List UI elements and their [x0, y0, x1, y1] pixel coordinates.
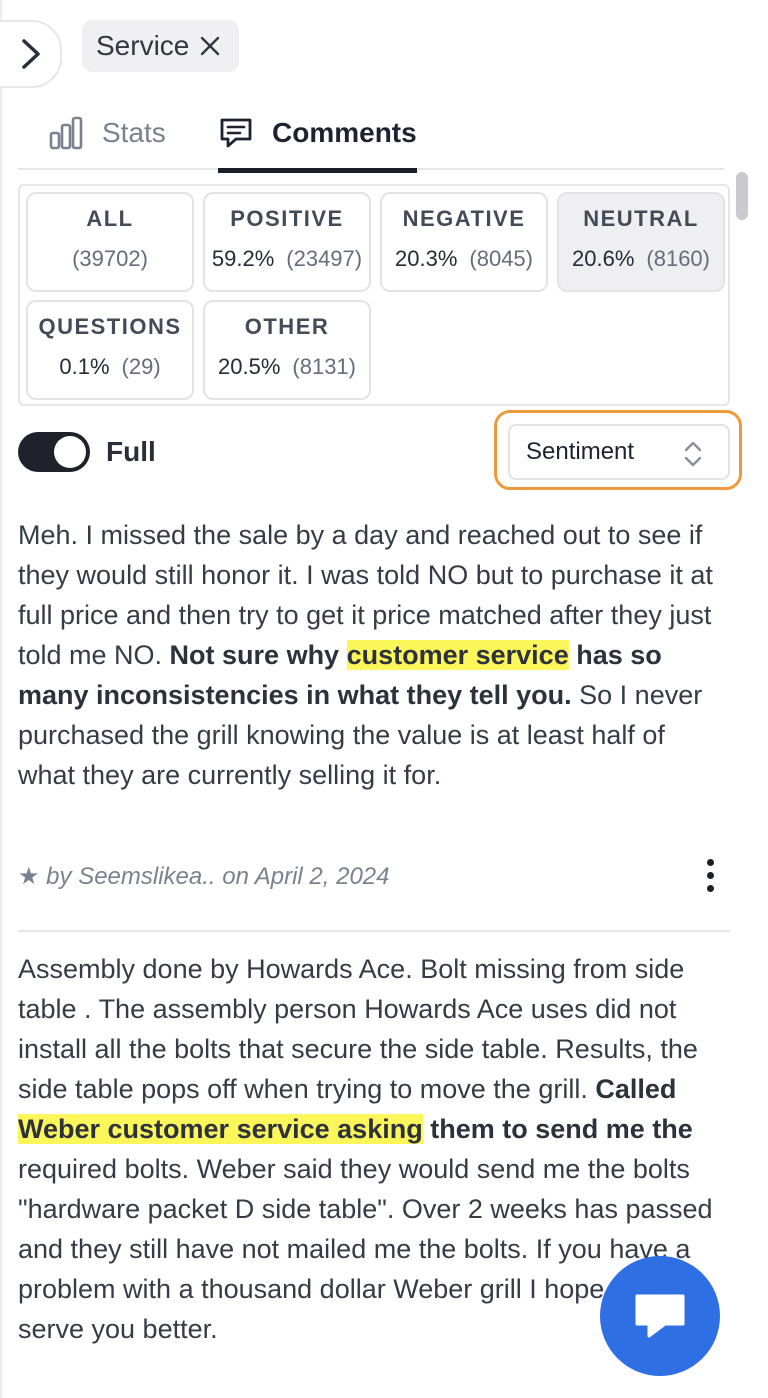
sort-select-value: Sentiment: [526, 438, 635, 465]
filter-percent: 20.5%: [218, 354, 281, 379]
filter-name: POSITIVE: [230, 206, 344, 231]
filter-positive[interactable]: POSITIVE 59.2% (23497): [203, 192, 371, 292]
chat-bubble-icon: [635, 1294, 685, 1338]
filter-count: (8160): [646, 246, 710, 271]
chevron-right-icon: [22, 39, 40, 69]
filter-chip-service: Service: [82, 20, 240, 72]
left-border: [0, 0, 2, 1398]
scrollbar-thumb[interactable]: [736, 172, 748, 220]
bar-chart-icon: [49, 116, 83, 150]
sentiment-filter-panel: ALL (39702) POSITIVE 59.2% (23497) NEGATI…: [18, 184, 730, 406]
chat-launcher-button[interactable]: [600, 1256, 720, 1376]
keyword-highlight: customer service: [346, 640, 569, 670]
filter-count: (29): [121, 354, 161, 379]
filter-count: (8131): [292, 354, 356, 379]
filter-count: (39702): [72, 246, 148, 271]
full-toggle[interactable]: [18, 432, 90, 472]
expand-panel-button[interactable]: [0, 20, 62, 88]
filter-other[interactable]: OTHER 20.5% (8131): [203, 300, 371, 400]
filter-questions[interactable]: QUESTIONS 0.1% (29): [26, 300, 194, 400]
tab-comments-label: Comments: [272, 117, 417, 148]
toggle-knob: [54, 436, 86, 468]
full-toggle-label: Full: [106, 436, 156, 467]
tab-bar: Stats Comments: [18, 96, 724, 173]
more-vertical-icon[interactable]: [698, 856, 722, 896]
filter-neutral[interactable]: NEUTRAL 20.6% (8160): [557, 192, 725, 292]
keyword-highlight: Weber customer service asking: [18, 1114, 423, 1144]
filter-percent: 0.1%: [59, 354, 110, 379]
filter-count: (8045): [469, 246, 533, 271]
filter-percent: 20.6%: [572, 246, 635, 271]
filter-name: NEUTRAL: [583, 206, 699, 231]
comment-meta: ★ by Seemslikea.. on April 2, 2024: [18, 863, 390, 890]
comment-segment: them to send me the: [422, 1114, 693, 1144]
filter-name: OTHER: [244, 314, 330, 339]
filter-name: ALL: [86, 206, 134, 231]
filter-percent: 20.3%: [395, 246, 458, 271]
comment-divider: [18, 930, 730, 932]
filter-all[interactable]: ALL (39702): [26, 192, 194, 292]
comment-segment: Called: [595, 1074, 677, 1104]
comment-segment: Not sure why: [169, 640, 347, 670]
comment-text: Meh. I missed the sale by a day and reac…: [18, 515, 718, 795]
tab-comments[interactable]: Comments: [218, 96, 417, 173]
tab-stats-label: Stats: [102, 117, 166, 148]
filter-negative[interactable]: NEGATIVE 20.3% (8045): [380, 192, 548, 292]
filter-name: QUESTIONS: [38, 314, 182, 339]
tab-stats[interactable]: Stats: [48, 96, 166, 170]
filter-count: (23497): [286, 246, 363, 271]
chevron-up-down-icon: [684, 441, 702, 467]
filter-chip-label: Service: [96, 30, 190, 61]
close-icon[interactable]: [199, 35, 221, 57]
message-square-icon: [220, 118, 252, 148]
filter-percent: 59.2%: [211, 246, 275, 271]
sort-select[interactable]: Sentiment: [508, 424, 730, 480]
filter-name: NEGATIVE: [402, 206, 526, 231]
